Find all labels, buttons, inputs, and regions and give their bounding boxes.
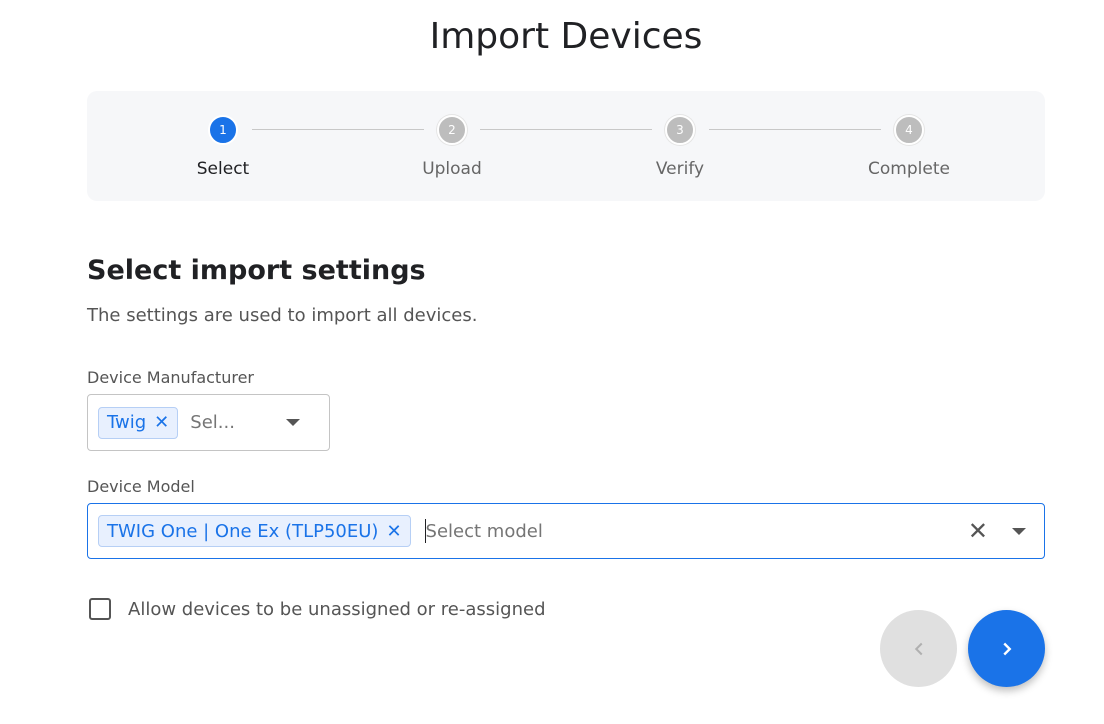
step-number: 1 xyxy=(208,115,238,145)
step-label: Select xyxy=(196,159,250,179)
chip-label: TWIG One | One Ex (TLP50EU) xyxy=(107,520,379,542)
chip-label: Twig xyxy=(107,412,147,433)
step-label: Upload xyxy=(422,159,482,179)
step-label: Complete xyxy=(868,159,950,179)
clear-icon[interactable]: ✕ xyxy=(968,519,988,543)
allow-unassign-label: Allow devices to be unassigned or re-ass… xyxy=(128,598,546,620)
step-number: 2 xyxy=(437,115,467,145)
model-chip: TWIG One | One Ex (TLP50EU) ✕ xyxy=(98,515,411,547)
step-number: 3 xyxy=(665,115,695,145)
model-label: Device Model xyxy=(87,477,195,496)
caret-down-icon[interactable] xyxy=(286,419,301,426)
step-verify: 3 Verify xyxy=(610,115,750,179)
chevron-right-icon xyxy=(1002,642,1011,655)
allow-unassign-checkbox[interactable] xyxy=(89,598,111,620)
page-title: Import Devices xyxy=(429,16,703,57)
model-select[interactable]: TWIG One | One Ex (TLP50EU) ✕ ✕ xyxy=(87,503,1045,559)
manufacturer-label: Device Manufacturer xyxy=(87,368,254,387)
step-label: Verify xyxy=(655,159,705,179)
manufacturer-select[interactable]: Twig ✕ xyxy=(87,394,330,451)
manufacturer-input[interactable] xyxy=(190,412,271,433)
model-input[interactable] xyxy=(425,520,968,542)
caret-down-icon[interactable] xyxy=(1012,527,1026,535)
prev-button[interactable] xyxy=(880,610,957,687)
step-upload: 2 Upload xyxy=(382,115,522,179)
chevron-left-icon xyxy=(914,642,922,655)
close-icon[interactable]: ✕ xyxy=(386,521,401,542)
stepper: 1 Select 2 Upload 3 Verify 4 Complete xyxy=(87,91,1045,201)
step-number: 4 xyxy=(894,115,924,145)
section-title: Select import settings xyxy=(87,255,426,286)
section-subtitle: The settings are used to import all devi… xyxy=(87,305,478,326)
step-complete: 4 Complete xyxy=(839,115,979,179)
step-select: 1 Select xyxy=(153,115,293,179)
next-button[interactable] xyxy=(968,610,1045,687)
close-icon[interactable]: ✕ xyxy=(154,412,169,433)
allow-unassign-row: Allow devices to be unassigned or re-ass… xyxy=(89,598,546,620)
manufacturer-chip: Twig ✕ xyxy=(98,406,179,439)
